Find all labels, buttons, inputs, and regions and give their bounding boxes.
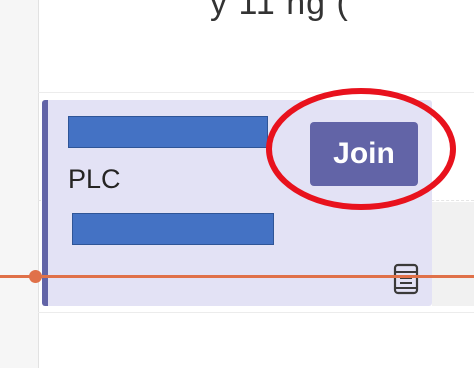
redacted-meeting-detail	[72, 213, 274, 245]
meeting-organization-label: PLC	[68, 164, 121, 194]
join-button[interactable]: Join	[310, 122, 418, 186]
calendar-view: y 11 ng ( PLC Join	[0, 0, 474, 368]
chat-icon[interactable]	[393, 263, 419, 295]
cropped-header-text: y 11 ng (	[210, 0, 349, 22]
current-time-dot	[29, 270, 42, 283]
time-gutter	[0, 0, 39, 368]
hour-gridline	[38, 312, 474, 313]
redacted-meeting-title	[68, 116, 268, 148]
adjacent-event-block	[432, 202, 474, 306]
current-time-line	[0, 275, 474, 278]
hour-gridline	[38, 92, 474, 93]
current-time-line-dash	[0, 275, 30, 278]
